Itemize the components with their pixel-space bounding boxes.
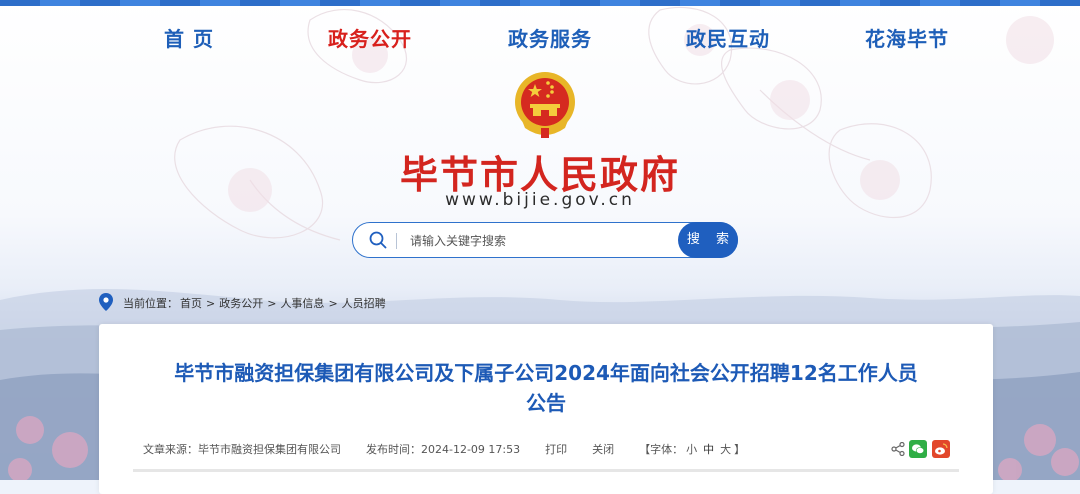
article-title: 毕节市融资担保集团有限公司及下属子公司2024年面向社会公开招聘12名工作人员 … <box>99 358 993 418</box>
breadcrumb-items: 首页 > 政务公开 > 人事信息 > 人员招聘 <box>180 295 386 311</box>
breadcrumb-label: 当前位置： <box>123 297 178 310</box>
nav-item-government-services[interactable]: 政务服务 <box>508 22 592 56</box>
main-nav: 首 页 政务公开 政务服务 政民互动 花海毕节 <box>0 22 1080 56</box>
breadcrumb-item-home[interactable]: 首页 <box>180 297 202 310</box>
print-button[interactable]: 打印 <box>545 441 567 457</box>
date-label: 发布时间： <box>366 443 421 456</box>
font-size-medium-button[interactable]: 中 <box>703 441 714 457</box>
breadcrumb-item-recruitment[interactable]: 人员招聘 <box>342 297 386 310</box>
site-url: www.bijie.gov.cn <box>445 190 635 210</box>
breadcrumb-separator: > <box>328 297 338 310</box>
font-size-large-button[interactable]: 大 <box>720 441 731 457</box>
article-card: 毕节市融资担保集团有限公司及下属子公司2024年面向社会公开招聘12名工作人员 … <box>99 324 993 494</box>
location-pin-icon <box>99 293 113 311</box>
breadcrumb-item-government-affairs[interactable]: 政务公开 <box>219 297 263 310</box>
article-title-line-1: 毕节市融资担保集团有限公司及下属子公司2024年面向社会公开招聘12名工作人员 <box>174 361 918 385</box>
wechat-icon[interactable] <box>909 440 927 458</box>
article-title-line-2: 公告 <box>526 391 566 415</box>
content-divider <box>133 469 959 472</box>
top-decorative-bar <box>0 0 1080 6</box>
close-button[interactable]: 关闭 <box>592 441 614 457</box>
nav-item-government-affairs-disclosure[interactable]: 政务公开 <box>328 22 412 56</box>
breadcrumb-item-personnel-info[interactable]: 人事信息 <box>280 297 324 310</box>
nav-item-home[interactable]: 首 页 <box>164 22 214 56</box>
source-label: 文章来源： <box>143 443 198 456</box>
nav-item-public-interaction[interactable]: 政民互动 <box>686 22 770 56</box>
font-size-small-button[interactable]: 小 <box>686 441 697 457</box>
search-button[interactable]: 搜 索 <box>678 222 738 258</box>
breadcrumb-separator: > <box>267 297 277 310</box>
share-icon[interactable] <box>891 442 905 456</box>
breadcrumb-separator: > <box>206 297 216 310</box>
nav-item-flower-sea-bijie[interactable]: 花海毕节 <box>865 22 949 56</box>
article-meta: 文章来源：毕节市融资担保集团有限公司 发布时间：2024-12-09 17:53… <box>143 441 745 457</box>
search-bar: 搜 索 <box>352 222 738 258</box>
weibo-icon[interactable] <box>932 440 950 458</box>
search-divider <box>396 233 397 249</box>
source-value: 毕节市融资担保集团有限公司 <box>198 443 341 456</box>
search-input[interactable] <box>408 230 672 252</box>
search-icon <box>369 231 387 249</box>
national-emblem-icon <box>515 72 575 138</box>
font-size-label: 【字体： <box>639 443 684 456</box>
font-size-label-close: 】 <box>734 443 746 456</box>
date-value: 2024-12-09 17:53 <box>421 443 521 456</box>
